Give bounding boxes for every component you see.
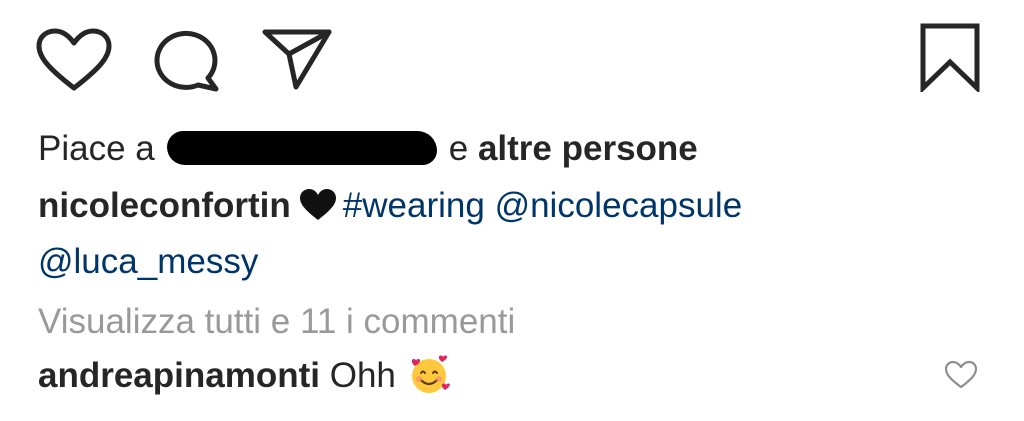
mention-link-2[interactable]: @luca_messy	[38, 242, 258, 281]
comment-like-heart-icon[interactable]	[944, 360, 978, 390]
post-action-bar	[0, 0, 1024, 110]
smiling-face-with-hearts-emoji-icon	[411, 355, 450, 393]
caption-continued: @luca_messy	[38, 240, 258, 284]
view-all-comments-link[interactable]: Visualizza tutti e 11 i commenti	[38, 300, 515, 344]
likes-others-link[interactable]: altre persone	[478, 129, 698, 168]
comment-username[interactable]: andreapinamonti	[38, 356, 320, 395]
share-icon[interactable]	[262, 28, 332, 90]
likes-connector: e	[448, 129, 469, 168]
comment-text: Ohh	[329, 356, 396, 395]
likes-line: Piace a e altre persone	[38, 127, 698, 171]
comment-row: andreapinamonti Ohh	[38, 354, 450, 399]
caption: nicoleconfortin #wearing @nicolecapsule	[38, 184, 742, 228]
redacted-username	[166, 130, 437, 165]
caption-username[interactable]: nicoleconfortin	[38, 186, 291, 225]
hashtag-link[interactable]: #wearing	[343, 186, 485, 225]
comment-icon[interactable]	[150, 28, 222, 92]
black-heart-emoji-icon	[299, 188, 336, 220]
mention-link-1[interactable]: @nicolecapsule	[495, 186, 743, 225]
heart-icon[interactable]	[36, 28, 112, 92]
likes-prefix: Piace a	[38, 129, 155, 168]
bookmark-icon[interactable]	[918, 22, 982, 92]
